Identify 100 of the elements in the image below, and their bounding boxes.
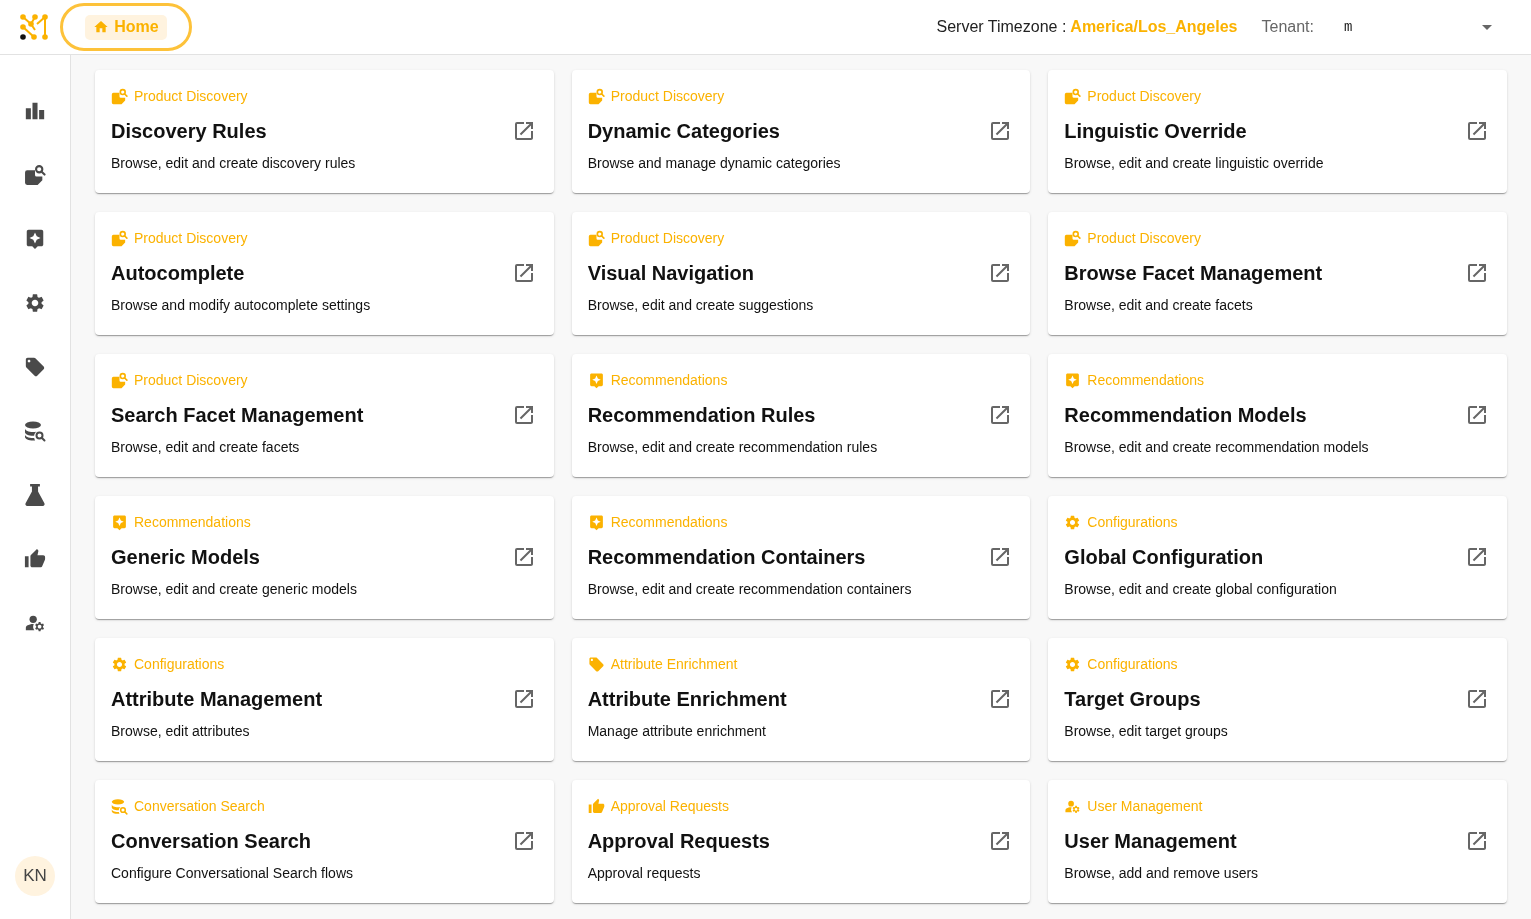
card-title: Dynamic Categories — [587, 119, 780, 144]
module-card[interactable]: Product Discovery Linguistic Override Browse, edit and create linguistic override — [1048, 70, 1507, 193]
card-description: Browse, edit attributes — [111, 722, 251, 741]
card-description: Manage attribute enrichment — [587, 722, 767, 741]
module-card[interactable]: Recommendations Recommendation Containers Browse, edit and create recommendation containers — [571, 496, 1031, 619]
module-card[interactable]: Conversation Search Conversation Search Configure Conversational Search flows — [95, 780, 554, 903]
card-title: Attribute Enrichment — [587, 687, 787, 712]
module-card[interactable]: Configurations Target Groups Browse, edit target groups — [1048, 638, 1507, 761]
category-label: Product Discovery — [610, 86, 725, 106]
card-description: Browse, edit and create recommendation models — [1064, 438, 1370, 457]
card-description: Configure Conversational Search flows — [111, 864, 354, 883]
sparkle-chat-icon[interactable] — [24, 228, 46, 250]
external-link-icon[interactable] — [1465, 687, 1489, 711]
category-label: Recommendations — [610, 370, 728, 390]
card-description: Browse, add and remove users — [1064, 864, 1260, 883]
sparkle-chat-icon — [587, 513, 605, 531]
card-description: Approval requests — [587, 864, 702, 883]
module-card[interactable]: Product Discovery Dynamic Categories Browse and manage dynamic categories — [571, 70, 1031, 193]
document-search-icon — [587, 87, 605, 105]
external-link-icon[interactable] — [1465, 119, 1489, 143]
card-title: Recommendation Containers — [587, 545, 866, 570]
logo-icon — [20, 13, 48, 41]
card-description: Browse and manage dynamic categories — [587, 154, 842, 173]
category-label: Product Discovery — [134, 228, 248, 248]
card-description: Browse, edit and create suggestions — [587, 296, 815, 315]
module-card[interactable]: Recommendations Recommendation Models Browse, edit and create recommendation models — [1048, 354, 1507, 477]
home-icon — [93, 19, 110, 35]
thumbs-up-icon[interactable] — [24, 548, 46, 570]
category-label: Approval Requests — [610, 796, 729, 816]
card-title: Browse Facet Management — [1064, 261, 1323, 286]
category-label: Recommendations — [1087, 370, 1205, 390]
user-avatar[interactable]: KN — [15, 856, 55, 896]
module-card[interactable]: User Management User Management Browse, add and remove users — [1048, 780, 1507, 903]
card-description: Browse, edit and create discovery rules — [111, 154, 357, 173]
module-card[interactable]: Configurations Global Configuration Browse, edit and create global configuration — [1048, 496, 1507, 619]
card-title: Visual Navigation — [587, 261, 754, 286]
category-label: Product Discovery — [134, 370, 248, 390]
module-card[interactable]: Product Discovery Visual Navigation Browse, edit and create suggestions — [571, 212, 1031, 335]
external-link-icon[interactable] — [1465, 403, 1489, 427]
timezone-label: Server Timezone : — [936, 17, 1067, 37]
category-label: Product Discovery — [1087, 228, 1201, 248]
gear-icon — [1064, 513, 1082, 531]
document-search-icon — [111, 371, 128, 389]
card-description: Browse, edit and create facets — [1064, 296, 1254, 315]
card-description: Browse, edit and create facets — [111, 438, 301, 457]
document-search-icon — [111, 229, 128, 247]
card-title: Recommendation Rules — [587, 403, 816, 428]
external-link-icon[interactable] — [1465, 545, 1489, 569]
document-search-icon — [111, 87, 128, 105]
external-link-icon[interactable] — [1465, 829, 1489, 853]
external-link-icon[interactable] — [1465, 261, 1489, 285]
timezone-value: America/Los_Angeles — [1070, 17, 1238, 37]
card-title: Global Configuration — [1064, 545, 1264, 570]
card-title: Target Groups — [1064, 687, 1201, 712]
module-card[interactable]: Recommendations Generic Models Browse, edit and create generic models — [95, 496, 554, 619]
document-search-icon — [587, 229, 605, 247]
module-card[interactable]: Approval Requests Approval Requests Approval requests — [571, 780, 1031, 903]
gear-icon — [1064, 655, 1082, 673]
database-search-icon — [111, 797, 128, 815]
card-description: Browse, edit and create generic models — [111, 580, 358, 599]
category-label: Conversation Search — [134, 796, 265, 816]
card-description: Browse, edit and create global configuration — [1064, 580, 1338, 599]
module-card[interactable]: Product Discovery Search Facet Management Browse, edit and create facets — [95, 354, 554, 477]
category-label: Product Discovery — [134, 86, 248, 106]
card-title: Search Facet Management — [111, 403, 364, 428]
flask-icon[interactable] — [24, 484, 46, 506]
sparkle-chat-icon — [1064, 371, 1082, 389]
category-label: Recommendations — [610, 512, 728, 532]
category-label: Recommendations — [134, 512, 251, 532]
category-label: User Management — [1087, 796, 1203, 816]
thumbs-up-icon — [587, 797, 605, 815]
tenant-label: Tenant: — [1261, 17, 1314, 37]
card-title: Recommendation Models — [1064, 403, 1307, 428]
card-title: Attribute Management — [111, 687, 323, 712]
card-description: Browse, edit and create linguistic override — [1064, 154, 1325, 173]
card-description: Browse and modify autocomplete settings — [111, 296, 372, 315]
tag-icon[interactable] — [24, 356, 46, 378]
card-description: Browse, edit and create recommendation containers — [587, 580, 913, 599]
module-card[interactable]: Product Discovery Discovery Rules Browse, edit and create discovery rules — [95, 70, 554, 193]
module-card[interactable]: Product Discovery Browse Facet Management Browse, edit and create facets — [1048, 212, 1507, 335]
category-label: Configurations — [1087, 654, 1178, 674]
category-label: Product Discovery — [1087, 86, 1201, 106]
module-card[interactable]: Attribute Enrichment Attribute Enrichment Manage attribute enrichment — [571, 638, 1031, 761]
database-search-icon[interactable] — [24, 420, 46, 442]
gear-icon[interactable] — [24, 292, 46, 314]
document-search-icon[interactable] — [24, 164, 46, 186]
category-label: Configurations — [134, 654, 225, 674]
gear-icon — [111, 655, 128, 673]
card-title: Conversation Search — [111, 829, 312, 854]
bar-chart-icon[interactable] — [24, 100, 46, 122]
sparkle-chat-icon — [111, 513, 128, 531]
module-card[interactable]: Recommendations Recommendation Rules Browse, edit and create recommendation rules — [571, 354, 1031, 477]
category-label: Product Discovery — [610, 228, 725, 248]
tag-icon — [587, 655, 605, 673]
module-card[interactable]: Product Discovery Autocomplete Browse and modify autocomplete settings — [95, 212, 554, 335]
document-search-icon — [1064, 229, 1082, 247]
tenant-select[interactable]: m — [1334, 11, 1500, 43]
card-title: Discovery Rules — [111, 119, 267, 144]
card-description: Browse, edit target groups — [1064, 722, 1229, 741]
module-card[interactable]: Configurations Attribute Management Browse, edit attributes — [95, 638, 554, 761]
